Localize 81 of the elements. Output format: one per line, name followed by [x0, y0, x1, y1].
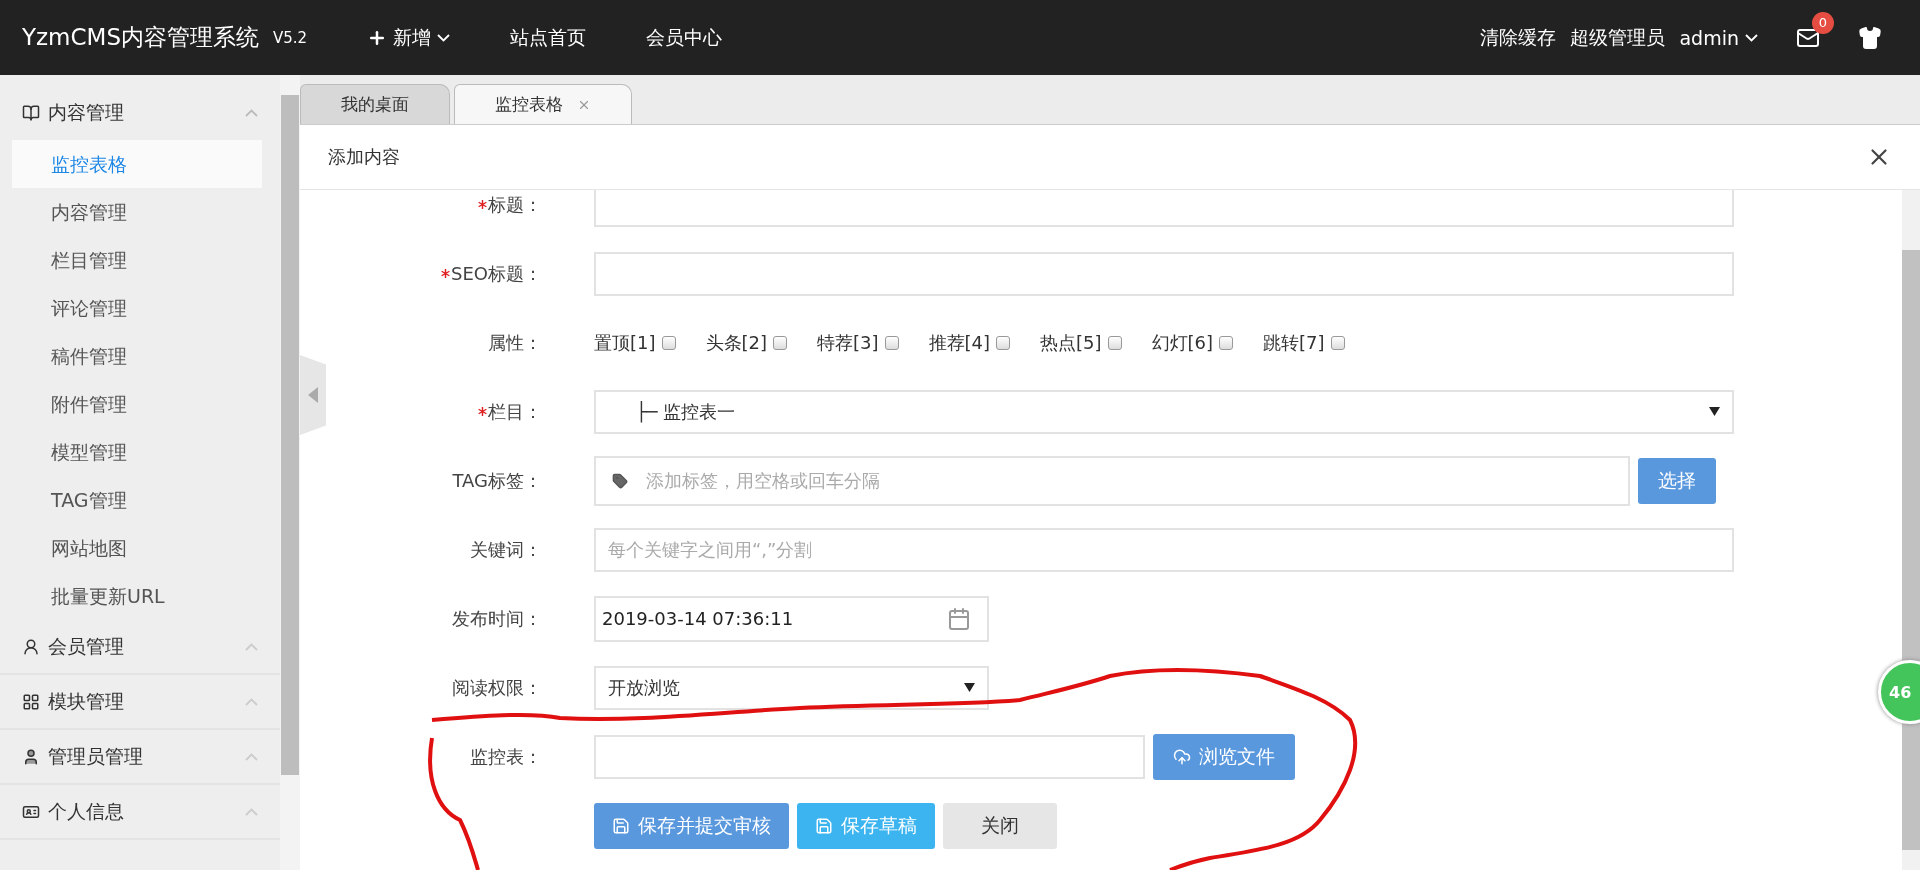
select-field[interactable]: ├─ 监控表一	[594, 389, 1734, 434]
nav-link[interactable]: 会员中心	[616, 24, 753, 51]
sidebar-scrollbar[interactable]	[280, 75, 300, 870]
add-menu[interactable]: 新增	[337, 24, 481, 51]
top-link[interactable]: 清除缓存	[1480, 24, 1557, 51]
field-label: 阅读权限：	[451, 675, 543, 700]
chevron-up-icon	[245, 697, 258, 706]
checkbox[interactable]	[661, 335, 676, 350]
field-label: SEO标题：	[340, 261, 546, 286]
checkbox[interactable]	[773, 335, 787, 350]
required-icon	[478, 407, 487, 416]
cloud-upload-icon	[1173, 747, 1191, 766]
chevron-up-icon	[245, 642, 258, 651]
checkbox-option[interactable]: 热点[5]	[1040, 330, 1122, 355]
required-icon	[478, 200, 487, 209]
chevron-up-icon	[245, 807, 258, 816]
nav-link[interactable]: 站点首页	[480, 24, 617, 51]
checkbox[interactable]	[884, 335, 899, 350]
text-field[interactable]: 每个关键字之间用“,”分割	[594, 527, 1734, 572]
checkbox-option[interactable]: 头条[2]	[705, 330, 787, 355]
chevron-down-icon	[1745, 33, 1758, 42]
save-icon	[815, 816, 833, 835]
sidebar-item[interactable]: 栏目管理	[12, 236, 262, 284]
chevron-down-icon	[437, 33, 451, 42]
tag-icon	[612, 472, 628, 489]
sidebar-item[interactable]: 批量更新URL	[12, 572, 262, 620]
file-field[interactable]	[594, 734, 1145, 779]
sidebar-item[interactable]: 评论管理	[12, 284, 262, 332]
tag-input[interactable]: 添加标签，用空格或回车分隔	[644, 469, 1612, 492]
checkbox-option[interactable]: 特荐[3]	[817, 330, 899, 355]
sidebar-item[interactable]: 模型管理	[12, 428, 262, 476]
tag-field[interactable]: 添加标签，用空格或回车分隔	[594, 455, 1630, 506]
field-label: 发布时间：	[451, 606, 543, 631]
calendar-icon	[947, 606, 971, 631]
app-logo: YzmCMS内容管理系统	[22, 23, 260, 52]
date-input[interactable]: 2019-03-14 07:36:11	[600, 607, 931, 630]
select-field[interactable]: 开放浏览	[594, 665, 989, 710]
checkbox-option[interactable]: 推荐[4]	[928, 330, 1010, 355]
sidebar-item[interactable]: 监控表格	[12, 140, 262, 188]
field-label: 监控表：	[469, 744, 543, 769]
chevron-up-icon	[245, 752, 258, 761]
checkbox-option[interactable]: 幻灯[6]	[1151, 330, 1233, 355]
notification-badge: 0	[1812, 11, 1834, 34]
required-icon	[441, 269, 451, 278]
checkbox[interactable]	[1330, 335, 1345, 350]
save-icon	[612, 816, 630, 835]
caret-icon	[964, 683, 975, 692]
checkbox[interactable]	[1219, 335, 1233, 350]
field-label: 栏目：	[340, 399, 546, 424]
tab[interactable]: 我的桌面	[300, 84, 450, 124]
sidebar-item[interactable]: 网站地图	[12, 524, 262, 572]
version-label: V5.2	[273, 28, 308, 47]
user-icon	[22, 747, 40, 766]
user-menu[interactable]: admin	[1679, 26, 1758, 49]
tab[interactable]: 监控表格	[454, 84, 632, 124]
field-label: TAG标签：	[451, 468, 543, 493]
field-label: 属性：	[487, 330, 543, 355]
shirt-icon[interactable]	[1858, 25, 1882, 50]
sidebar-item[interactable]: TAG管理	[12, 476, 262, 524]
panel-title: 添加内容	[328, 145, 400, 169]
text-field[interactable]	[594, 251, 1734, 296]
sidebar-item[interactable]: 内容管理	[12, 188, 262, 236]
grid-icon	[22, 692, 40, 711]
checkbox[interactable]	[996, 335, 1010, 350]
caret-icon	[1709, 407, 1720, 416]
checkbox-option[interactable]: 置顶[1]	[594, 330, 676, 355]
form-button[interactable]: 关闭	[943, 802, 1057, 849]
sidebar-item[interactable]: 稿件管理	[12, 332, 262, 380]
text-field[interactable]	[594, 190, 1734, 227]
user-icon	[22, 637, 40, 656]
book-icon	[22, 103, 40, 122]
top-link[interactable]: 超级管理员	[1570, 24, 1666, 51]
chevron-up-icon	[245, 108, 258, 117]
sidebar-item[interactable]: 附件管理	[12, 380, 262, 428]
checkbox-option[interactable]: 跳转[7]	[1263, 330, 1345, 355]
field-label: 标题：	[340, 192, 546, 217]
field-label: 关键词：	[469, 537, 543, 562]
sidebar-group[interactable]: 内容管理	[0, 85, 280, 140]
left-arrow-icon	[308, 387, 318, 403]
date-field[interactable]: 2019-03-14 07:36:11	[594, 595, 989, 642]
checkbox[interactable]	[1107, 335, 1122, 350]
